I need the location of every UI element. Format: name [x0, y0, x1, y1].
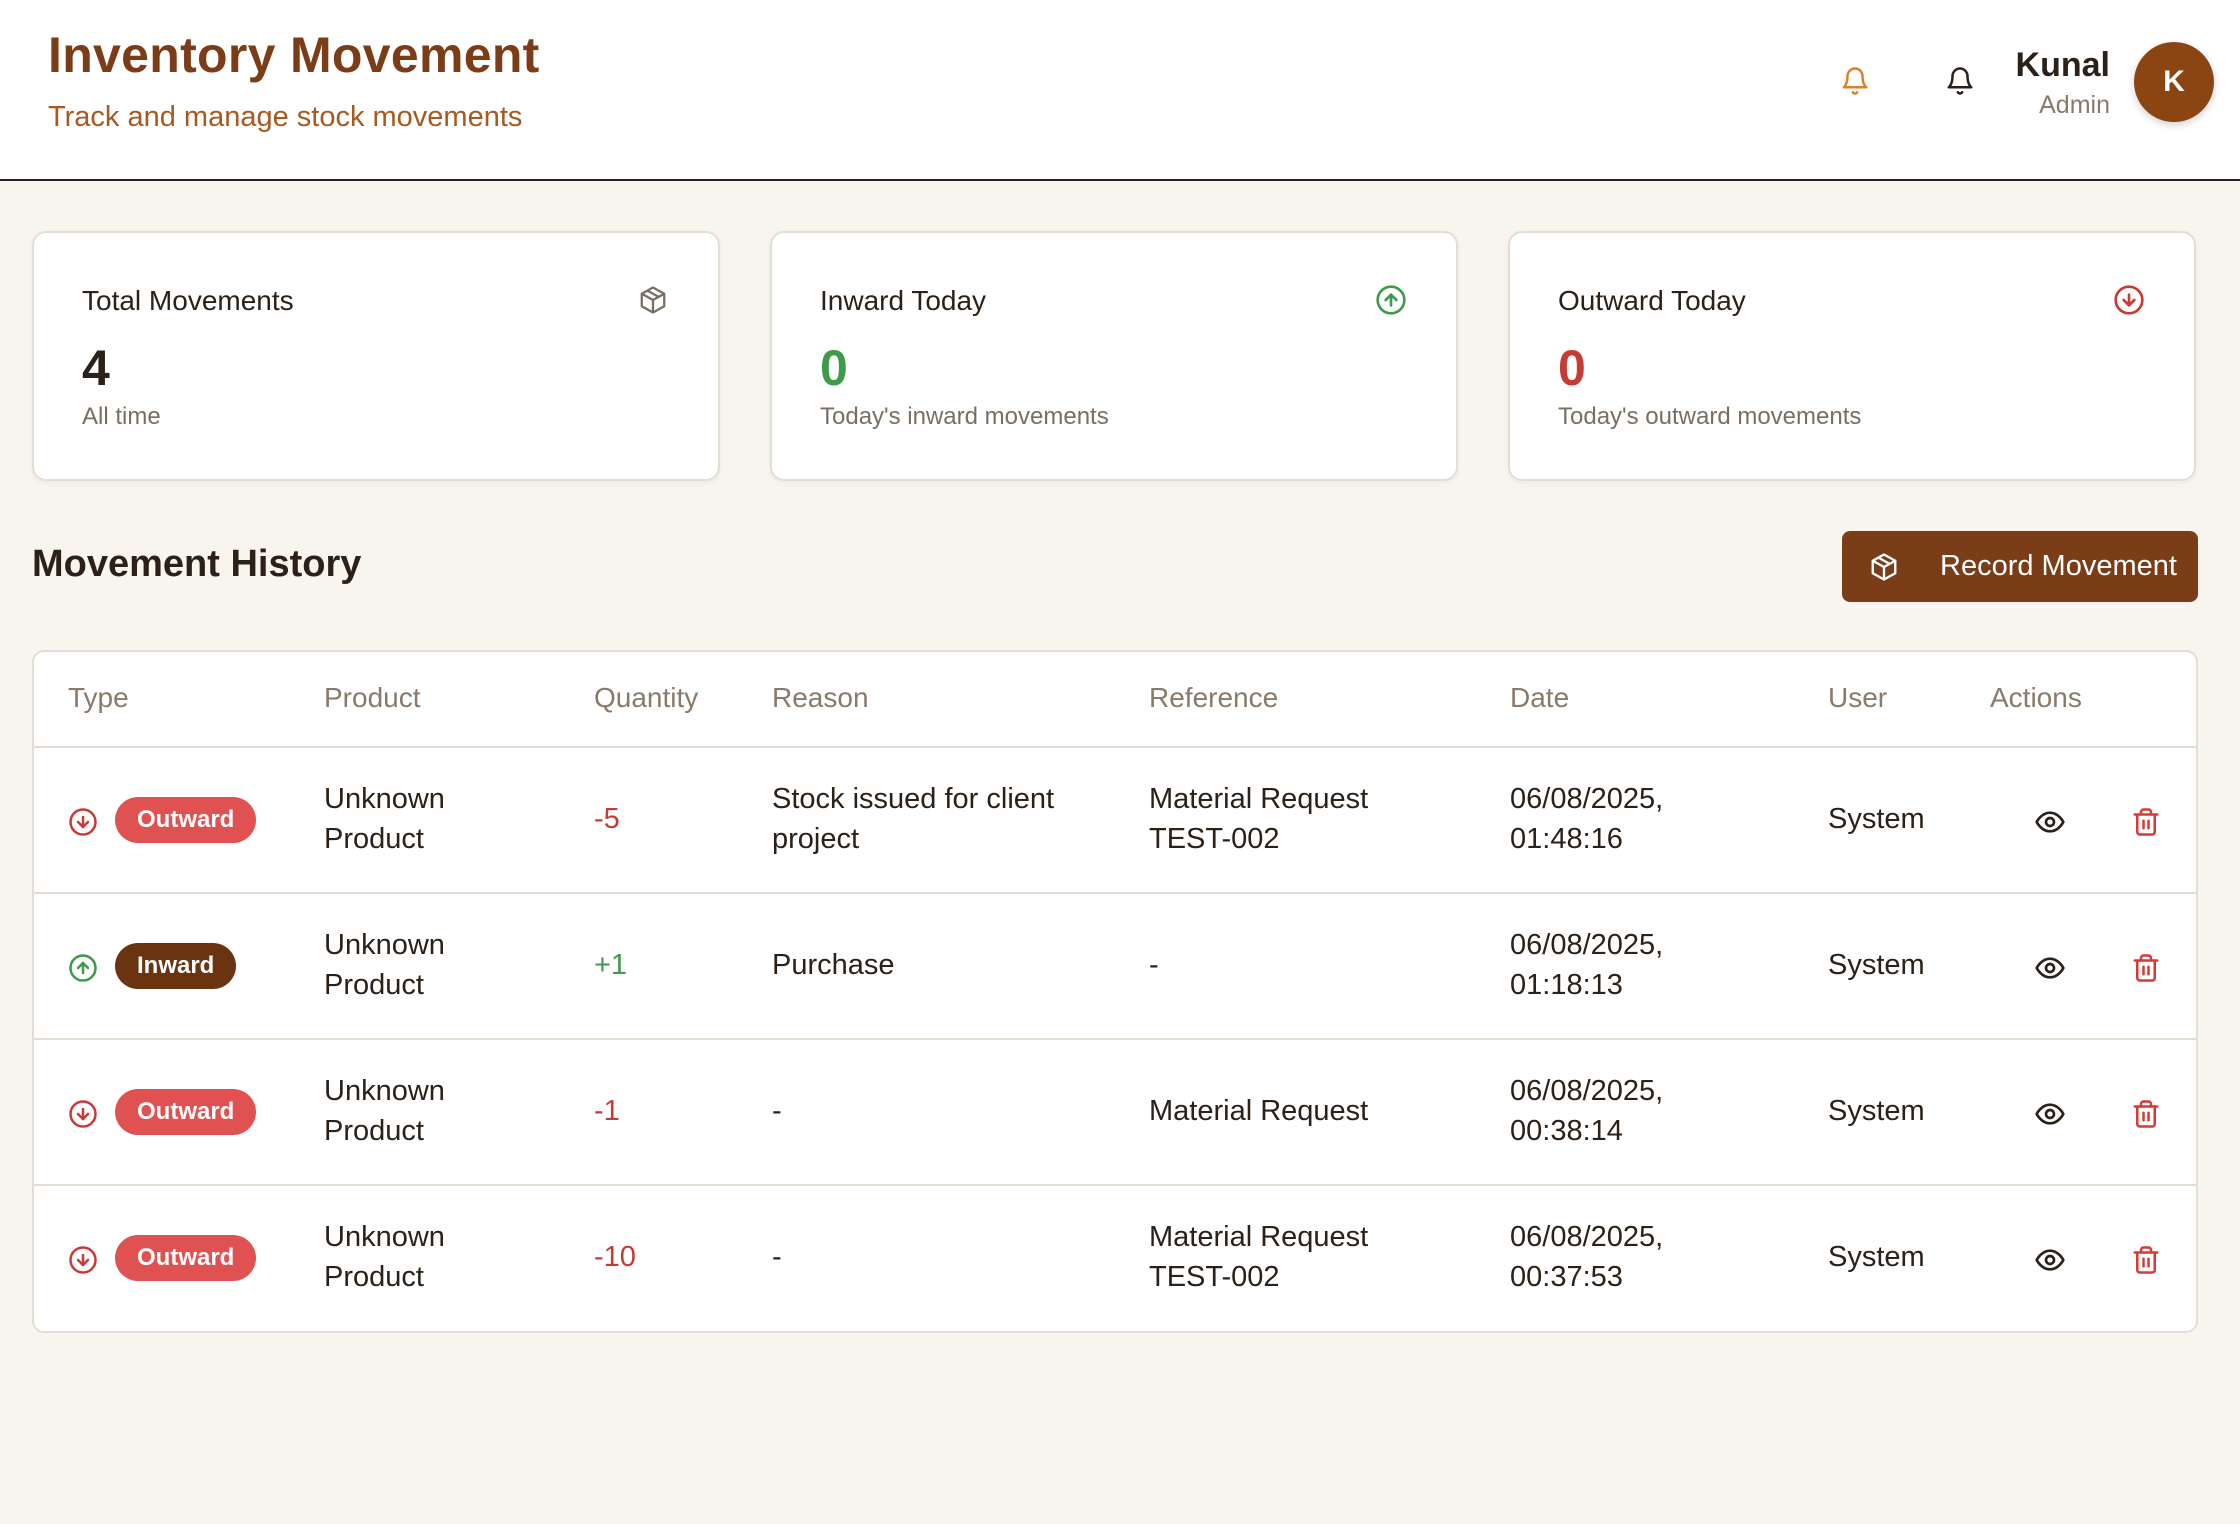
column-header-product[interactable]: Product — [324, 682, 421, 714]
card-title: Inward Today — [820, 285, 987, 316]
package-icon — [1866, 549, 1902, 585]
user-cell: System — [1828, 1241, 1925, 1273]
table-row: Outward Unknown Product -1 - Material Req… — [34, 1040, 2196, 1186]
record-movement-button[interactable]: Record Movement — [1842, 531, 2198, 602]
product-cell: Unknown Product — [324, 783, 445, 855]
column-header-reason[interactable]: Reason — [772, 682, 869, 714]
view-icon[interactable] — [2030, 1094, 2070, 1134]
reason-cell: Stock issued for client project — [772, 783, 1055, 855]
section-title: Movement History — [32, 543, 362, 585]
page-title: Inventory Movement — [48, 27, 540, 83]
stat-card-outward: Outward Today 0 Today's outward movement… — [1508, 231, 2196, 481]
column-header-actions: Actions — [1990, 682, 2082, 713]
record-movement-label: Record Movement — [1940, 550, 2177, 582]
table-header-row: Type Product Quantity Reason Reference D… — [34, 652, 2196, 748]
package-icon — [636, 283, 670, 317]
column-header-type[interactable]: Type — [68, 682, 129, 714]
avatar[interactable]: K — [2134, 42, 2214, 122]
user-cell: System — [1828, 803, 1925, 835]
user-cell: System — [1828, 949, 1925, 981]
table-row: Outward Unknown Product -5 Stock issued f… — [34, 748, 2196, 894]
reason-cell: - — [772, 1095, 782, 1127]
card-value: 4 — [82, 340, 110, 396]
type-badge: Inward — [115, 943, 237, 989]
movement-table: Type Product Quantity Reason Reference D… — [32, 650, 2198, 1333]
stat-card-inward: Inward Today 0 Today's inward movements — [770, 231, 1458, 481]
user-cell: System — [1828, 1095, 1925, 1127]
quantity-cell: -1 — [594, 1095, 620, 1127]
date-cell: 06/08/2025, 01:48:16 — [1510, 783, 1664, 855]
delete-icon[interactable] — [2126, 1240, 2166, 1280]
date-cell: 06/08/2025, 00:37:53 — [1510, 1221, 1664, 1293]
card-value: 0 — [1558, 340, 1586, 396]
quantity-cell: -10 — [594, 1241, 636, 1273]
bell-icon[interactable] — [1940, 61, 1980, 101]
product-cell: Unknown Product — [324, 929, 445, 1001]
column-header-quantity[interactable]: Quantity — [594, 682, 698, 714]
notification-bell-icon[interactable] — [1835, 61, 1875, 101]
table-row: Inward Unknown Product +1 Purchase - 06/0… — [34, 894, 2196, 1040]
user-name: Kunal — [2015, 46, 2110, 84]
card-subtitle: Today's outward movements — [1558, 403, 1862, 430]
product-cell: Unknown Product — [324, 1075, 445, 1147]
reference-cell: - — [1149, 949, 1159, 981]
table-row: Outward Unknown Product -10 - Material Re… — [34, 1186, 2196, 1331]
reference-cell: Material Request TEST-002 — [1149, 783, 1369, 855]
view-icon[interactable] — [2030, 1240, 2070, 1280]
reason-cell: - — [772, 1241, 782, 1273]
view-icon[interactable] — [2030, 802, 2070, 842]
top-header: Inventory Movement Track and manage stoc… — [0, 0, 2240, 181]
arrow-down-circle-icon — [67, 806, 99, 838]
type-badge: Outward — [115, 1089, 257, 1135]
quantity-cell: -5 — [594, 803, 620, 835]
page-subtitle: Track and manage stock movements — [48, 101, 523, 133]
type-badge: Outward — [115, 1235, 257, 1281]
column-header-user[interactable]: User — [1828, 682, 1887, 714]
stat-card-total: Total Movements 4 All time — [32, 231, 720, 481]
card-value: 0 — [820, 340, 848, 396]
arrow-up-circle-icon — [1374, 283, 1408, 317]
user-role: Admin — [2039, 91, 2110, 119]
column-header-date[interactable]: Date — [1510, 682, 1569, 714]
quantity-cell: +1 — [594, 949, 628, 981]
card-title: Total Movements — [82, 285, 294, 316]
product-cell: Unknown Product — [324, 1221, 445, 1293]
date-cell: 06/08/2025, 01:18:13 — [1510, 929, 1664, 1001]
arrow-down-circle-icon — [67, 1098, 99, 1130]
view-icon[interactable] — [2030, 948, 2070, 988]
card-subtitle: All time — [82, 403, 161, 430]
arrow-down-circle-icon — [2112, 283, 2146, 317]
reason-cell: Purchase — [772, 949, 895, 981]
card-title: Outward Today — [1558, 285, 1746, 316]
type-badge: Outward — [115, 797, 257, 843]
delete-icon[interactable] — [2126, 948, 2166, 988]
reference-cell: Material Request TEST-002 — [1149, 1221, 1369, 1293]
delete-icon[interactable] — [2126, 1094, 2166, 1134]
reference-cell: Material Request — [1149, 1095, 1369, 1127]
delete-icon[interactable] — [2126, 802, 2166, 842]
date-cell: 06/08/2025, 00:38:14 — [1510, 1075, 1664, 1147]
arrow-down-circle-icon — [67, 1244, 99, 1276]
arrow-up-circle-icon — [67, 952, 99, 984]
column-header-reference[interactable]: Reference — [1149, 682, 1278, 714]
card-subtitle: Today's inward movements — [820, 403, 1109, 430]
